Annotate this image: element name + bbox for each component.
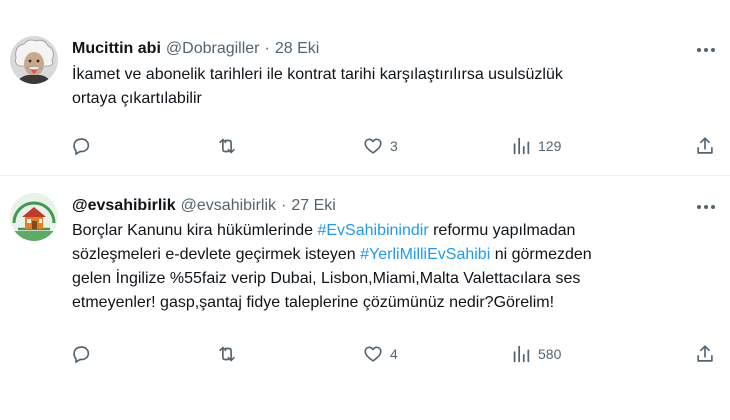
- timestamp[interactable]: 27 Eki: [291, 197, 335, 215]
- more-options-button[interactable]: [694, 40, 718, 60]
- text-segment: etmeyenler! gasp,şantaj fidye taleplerin…: [72, 294, 555, 311]
- more-horizontal-icon: [697, 48, 715, 52]
- reply-button[interactable]: [70, 134, 92, 158]
- like-button[interactable]: 4: [362, 342, 398, 366]
- like-button[interactable]: 3: [362, 134, 398, 158]
- views-button[interactable]: 580: [510, 342, 561, 366]
- like-count: 3: [390, 138, 398, 154]
- tweet-text-line: İkamet ve abonelik tarihleri ile kontrat…: [72, 63, 712, 87]
- heart-icon: [364, 138, 382, 154]
- text-segment: İkamet ve abonelik tarihleri ile kontrat…: [72, 66, 563, 83]
- like-count: 4: [390, 346, 398, 362]
- share-upload-icon: [697, 345, 713, 362]
- views-bar-chart-icon: [513, 137, 530, 155]
- text-segment: ni görmezden: [490, 246, 592, 263]
- action-bar: 3 129: [70, 134, 720, 158]
- tweet-header: Mucittin abi @Dobragiller · 28 Eki: [72, 38, 319, 60]
- tweet-text-line: sözleşmeleri e-devlete geçirmek isteyen …: [72, 243, 712, 267]
- tweet-text-line: gelen İngilize %55faiz verip Dubai, Lisb…: [72, 267, 712, 291]
- hashtag-link[interactable]: #YerliMilliEvSahibi: [360, 246, 490, 263]
- user-handle[interactable]: @Dobragiller: [166, 40, 260, 58]
- separator-dot: ·: [264, 40, 270, 57]
- display-name[interactable]: @evsahibirlik: [72, 197, 176, 215]
- retweet-icon: [219, 138, 235, 154]
- heart-icon: [364, 346, 382, 362]
- hashtag-link[interactable]: #EvSahibinindir: [317, 222, 428, 239]
- action-bar: 4 580: [70, 342, 720, 366]
- share-button[interactable]: [694, 134, 716, 158]
- text-segment: gelen İngilize %55faiz verip Dubai, Lisb…: [72, 270, 581, 287]
- user-handle[interactable]: @evsahibirlik: [181, 197, 276, 215]
- view-count: 129: [538, 138, 562, 154]
- tweet[interactable]: @evsahibirlik @evsahibirlik · 27 Eki Bor…: [0, 177, 730, 420]
- tweet-text-line: etmeyenler! gasp,şantaj fidye taleplerin…: [72, 291, 712, 315]
- share-upload-icon: [697, 137, 713, 154]
- views-bar-chart-icon: [513, 345, 530, 363]
- views-button[interactable]: 129: [510, 134, 561, 158]
- more-options-button[interactable]: [694, 197, 718, 217]
- einstein-avatar-icon: [10, 36, 58, 84]
- tweet-text: Borçlar Kanunu kira hükümlerinde #EvSahi…: [72, 219, 712, 315]
- view-count: 580: [538, 346, 562, 362]
- text-segment: reformu yapılmadan: [428, 222, 576, 239]
- display-name[interactable]: Mucittin abi: [72, 40, 161, 58]
- share-button[interactable]: [694, 342, 716, 366]
- text-segment: Borçlar Kanunu kira hükümlerinde: [72, 222, 318, 239]
- reply-icon: [73, 346, 90, 363]
- retweet-icon: [219, 346, 235, 362]
- house-logo-avatar-icon: [10, 193, 58, 241]
- tweet-header: @evsahibirlik @evsahibirlik · 27 Eki: [72, 195, 336, 217]
- avatar[interactable]: [10, 193, 58, 241]
- tweet[interactable]: Mucittin abi @Dobragiller · 28 Eki İkame…: [0, 0, 730, 176]
- retweet-button[interactable]: [216, 342, 238, 366]
- reply-icon: [73, 138, 90, 155]
- tweet-text: İkamet ve abonelik tarihleri ile kontrat…: [72, 63, 712, 111]
- text-segment: sözleşmeleri e-devlete geçirmek isteyen: [72, 246, 361, 263]
- tweet-text-line: ortaya çıkartılabilir: [72, 87, 712, 111]
- separator-dot: ·: [281, 197, 287, 214]
- reply-button[interactable]: [70, 342, 92, 366]
- more-horizontal-icon: [697, 205, 715, 209]
- text-segment: ortaya çıkartılabilir: [72, 90, 202, 107]
- tweet-text-line: Borçlar Kanunu kira hükümlerinde #EvSahi…: [72, 219, 712, 243]
- retweet-button[interactable]: [216, 134, 238, 158]
- avatar[interactable]: [10, 36, 58, 84]
- timestamp[interactable]: 28 Eki: [275, 40, 319, 58]
